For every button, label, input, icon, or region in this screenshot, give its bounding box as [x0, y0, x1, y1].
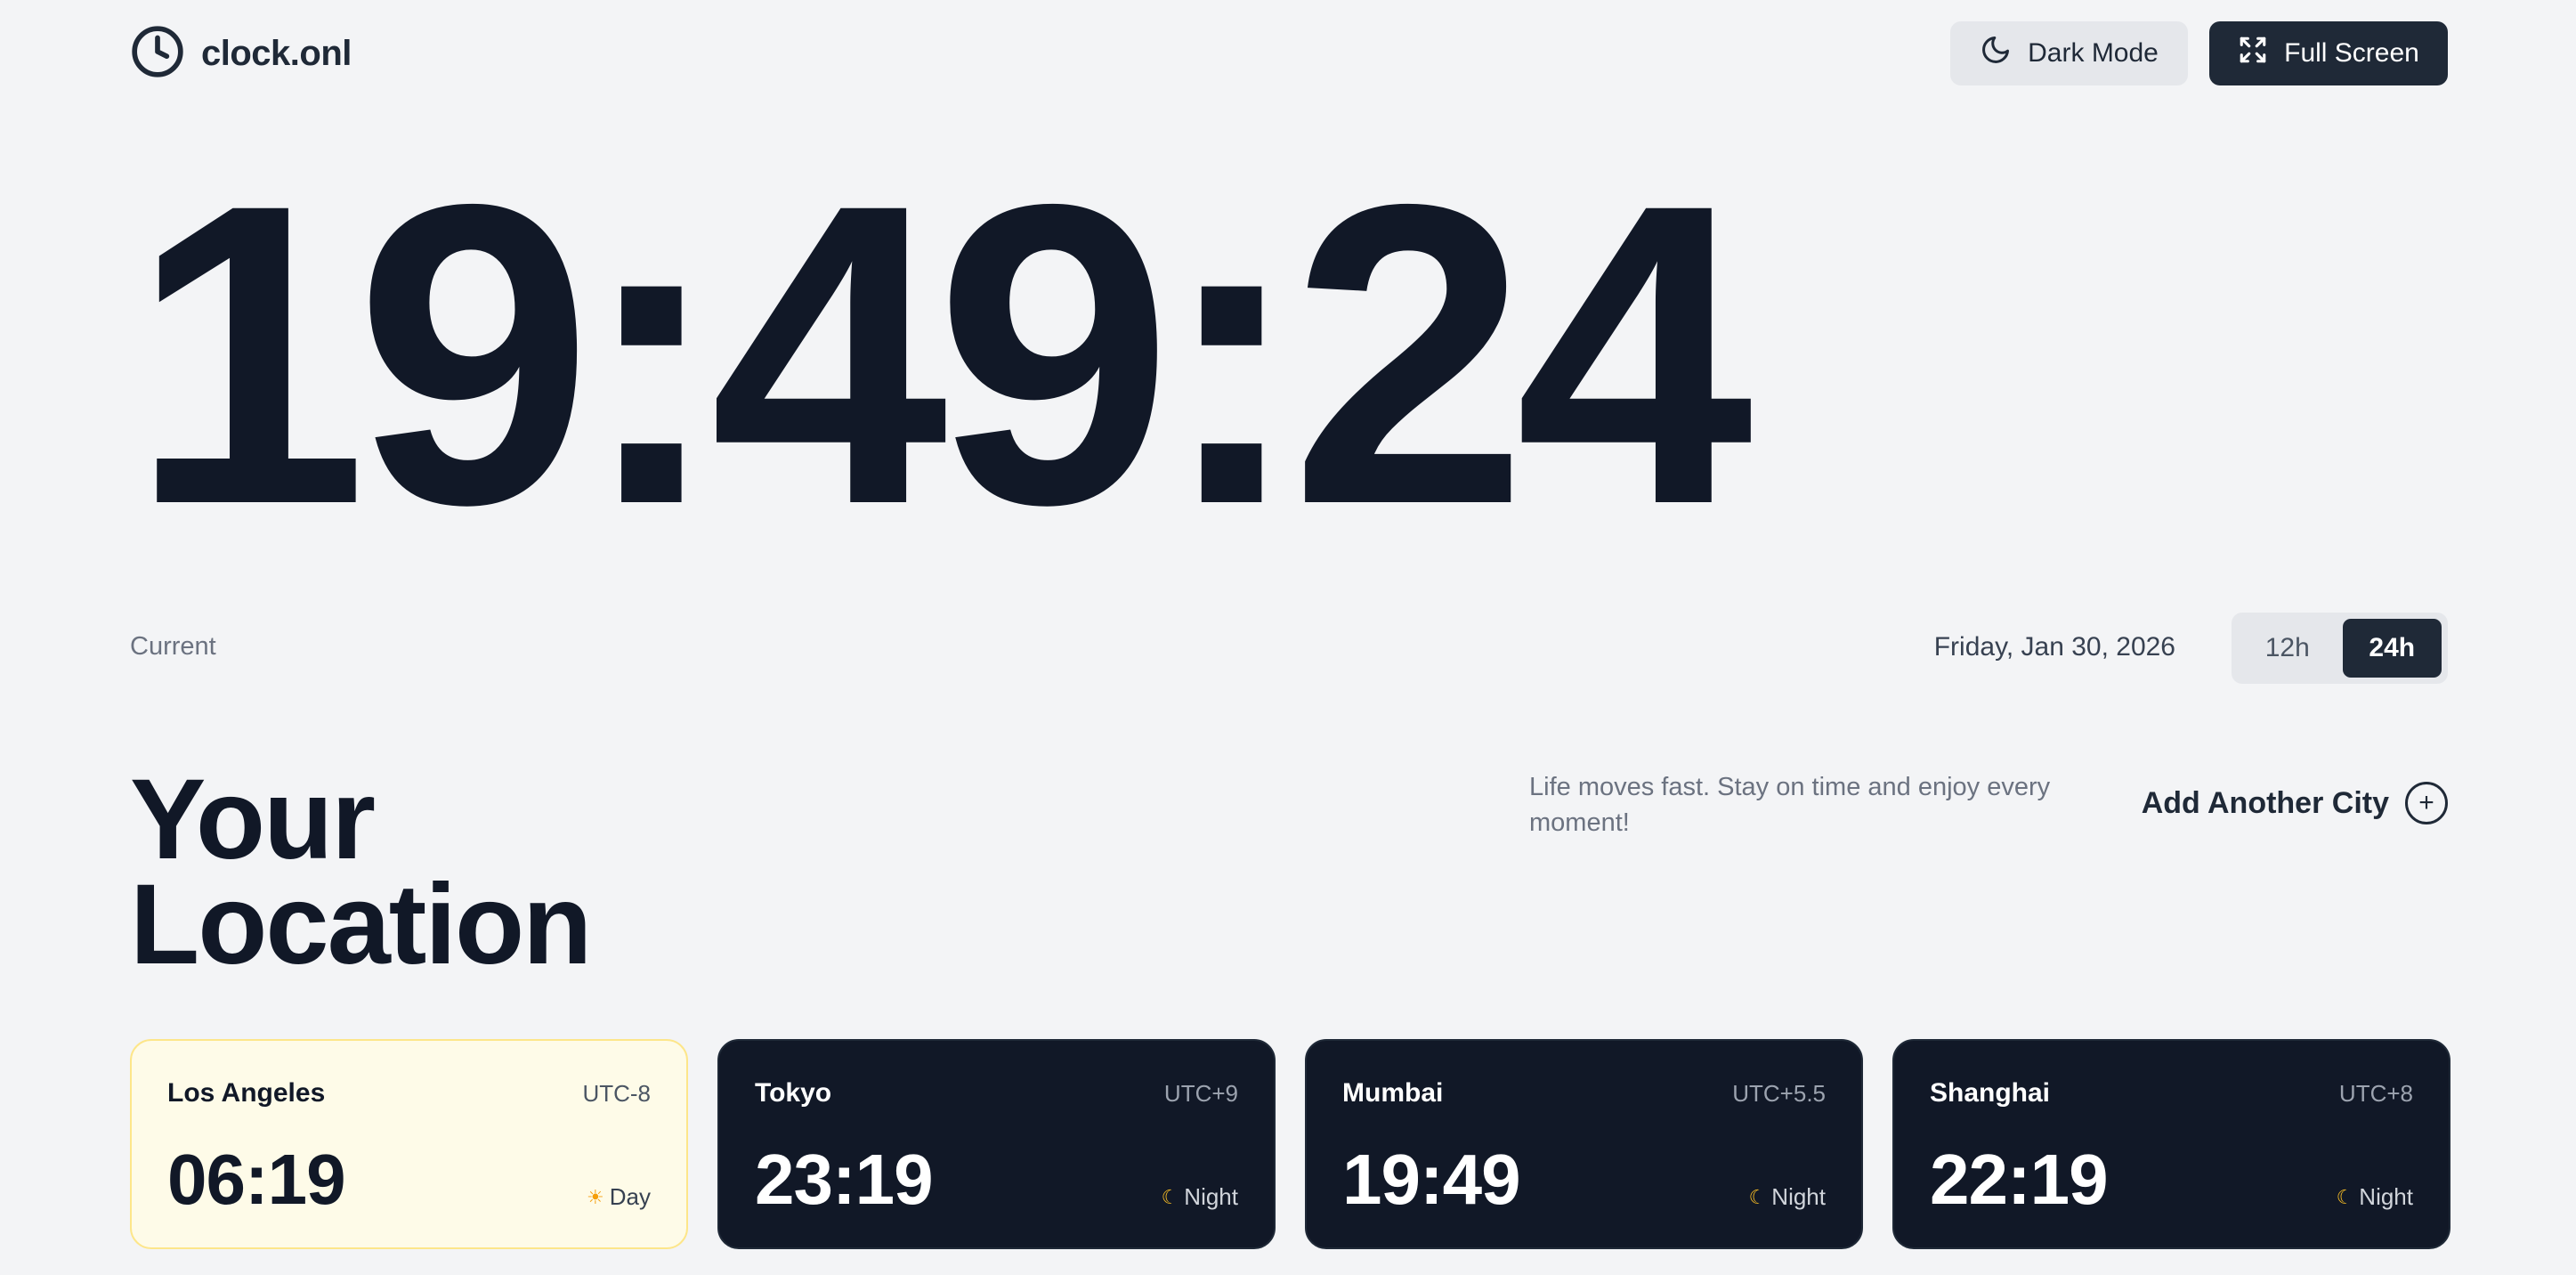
clock-icon [130, 24, 185, 84]
city-utc-offset: UTC-8 [582, 1080, 651, 1107]
format-24h-option[interactable]: 24h [2342, 619, 2442, 678]
city-utc-offset: UTC+8 [2338, 1080, 2413, 1107]
expand-icon [2238, 35, 2268, 72]
tagline: Life moves fast. Stay on time and enjoy … [1529, 773, 2051, 837]
city-card-tokyo[interactable]: Tokyo UTC+9 23:19 ☾ Night [717, 1039, 1276, 1249]
current-date: Friday, Jan 30, 2026 [1933, 632, 2175, 662]
add-city-button[interactable]: Add Another City + [2142, 782, 2448, 824]
day-night-label: Night [2359, 1183, 2413, 1210]
timezone-label: Current [130, 632, 216, 661]
city-utc-offset: UTC+9 [1163, 1080, 1238, 1107]
city-time: 06:19 [167, 1140, 346, 1219]
plus-circle-icon: + [2405, 782, 2448, 824]
city-card-mumbai[interactable]: Mumbai UTC+5.5 19:49 ☾ Night [1305, 1039, 1863, 1249]
moon-icon [1980, 34, 2012, 73]
city-time: 19:49 [1342, 1140, 1521, 1219]
sun-icon: ☀ [587, 1185, 604, 1208]
moon-icon: ☾ [1161, 1185, 1179, 1208]
page: clock.onl Dark Mode Full Screen 19:49:24… [0, 0, 2576, 1275]
day-night-status: ☾ Night [1162, 1183, 1238, 1211]
section-title-line2: Location [130, 861, 592, 988]
day-night-label: Night [1184, 1183, 1238, 1210]
city-name: Tokyo [755, 1078, 832, 1108]
day-night-status: ☾ Night [2337, 1183, 2413, 1211]
moon-icon: ☾ [1748, 1185, 1767, 1208]
fullscreen-label: Full Screen [2284, 38, 2419, 68]
city-card-shanghai[interactable]: Shanghai UTC+8 22:19 ☾ Night [1892, 1039, 2450, 1249]
day-night-label: Night [1771, 1183, 1826, 1210]
city-time: 23:19 [755, 1140, 934, 1219]
city-name: Shanghai [1930, 1078, 2051, 1108]
main-clock-time: 19:49:24 [130, 115, 1753, 593]
time-format-toggle: 12h 24h [2232, 613, 2448, 684]
add-city-label: Add Another City [2141, 785, 2389, 820]
day-night-label: Day [609, 1183, 651, 1210]
city-card-los-angeles[interactable]: Los Angeles UTC-8 06:19 ☀ Day [130, 1039, 688, 1249]
city-name: Mumbai [1342, 1078, 1444, 1108]
dark-mode-button[interactable]: Dark Mode [1950, 21, 2188, 85]
logo-text: clock.onl [201, 33, 352, 73]
dark-mode-label: Dark Mode [2028, 38, 2159, 68]
section-title-line1: Your [130, 756, 376, 883]
moon-icon: ☾ [2336, 1185, 2354, 1208]
day-night-status: ☀ Day [587, 1183, 651, 1211]
format-12h-option[interactable]: 12h [2238, 619, 2337, 678]
day-night-status: ☾ Night [1749, 1183, 1826, 1211]
fullscreen-button[interactable]: Full Screen [2209, 21, 2448, 85]
section-title: Your Location [130, 756, 592, 988]
city-utc-offset: UTC+5.5 [1732, 1080, 1826, 1107]
city-cards: Los Angeles UTC-8 06:19 ☀ Day Tokyo UTC+… [130, 1039, 2450, 1249]
logo[interactable]: clock.onl [130, 25, 352, 82]
city-time: 22:19 [1930, 1140, 2109, 1219]
city-name: Los Angeles [167, 1078, 326, 1108]
